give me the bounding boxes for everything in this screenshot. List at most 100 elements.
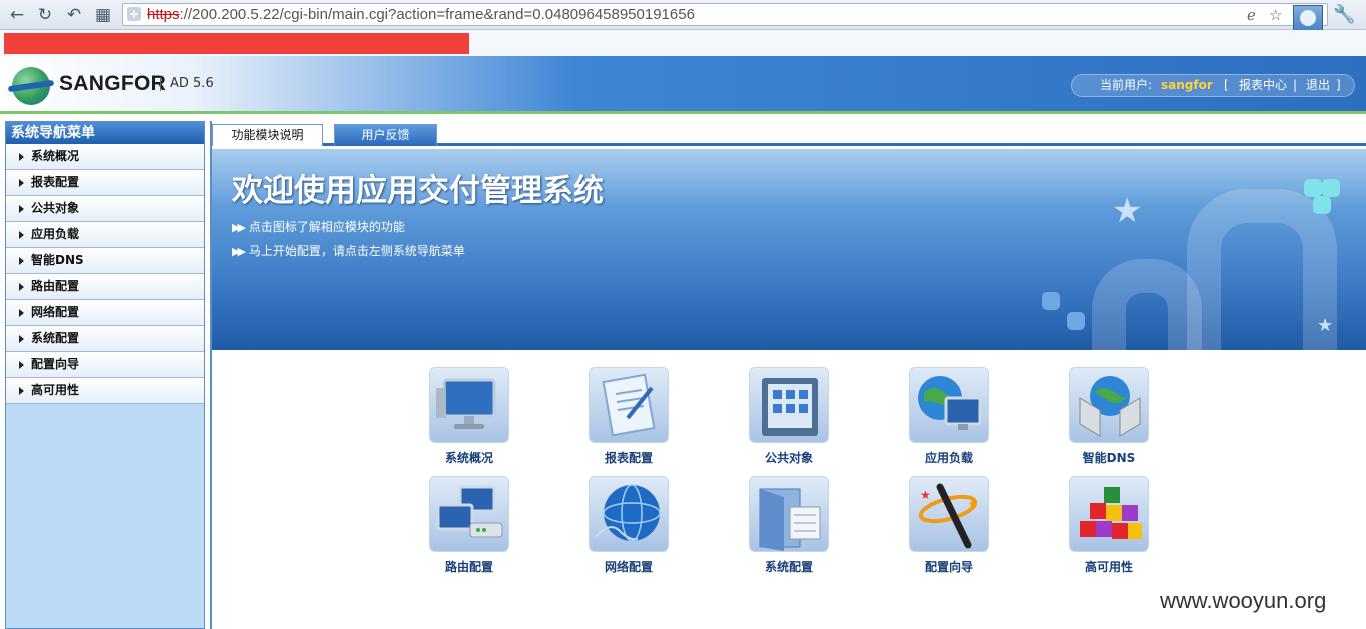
tab-user-feedback[interactable]: 用户反馈 [334,124,437,146]
module-label: 系统概况 [444,451,493,465]
module-label: 报表配置 [604,451,653,465]
caret-right-icon [19,335,24,343]
banner-hint-1: ▶▶ 点击图标了解相应模块的功能 [232,218,405,235]
module-label: 系统配置 [764,560,813,574]
dns-server-icon[interactable] [1069,367,1149,443]
reload-icon[interactable]: ↻ [34,5,56,25]
bracket-close: ] [1336,78,1341,92]
hexagon-decoration [1313,196,1331,214]
sidebar-item-label: 应用负载 [31,227,80,241]
sidebar-item-label: 高可用性 [31,383,80,397]
url-text: https://200.200.5.22/cgi-bin/main.cgi?ac… [147,5,695,25]
router-icon[interactable] [429,476,509,552]
caret-right-icon [19,387,24,395]
bracket-open: [ [1224,78,1229,92]
add-icon[interactable]: + [127,7,141,21]
caret-right-icon [19,283,24,291]
module-ha[interactable]: 高可用性 [1049,476,1169,580]
module-label: 智能DNS [1082,451,1136,465]
sidebar-item-dns[interactable]: 智能DNS [6,248,204,274]
module-label: 网络配置 [604,560,653,574]
current-user-label: 当前用户: [1100,78,1153,92]
app-header: SANGFOR AD 5.6 当前用户: sangfor [ 报表中心 | 退出… [0,56,1366,114]
sidebar-item-label: 系统配置 [31,331,80,345]
monitor-icon[interactable] [429,367,509,443]
svg-text:★: ★ [920,488,931,502]
sidebar-item-routing[interactable]: 路由配置 [6,274,204,300]
star-decoration: ★ [1317,315,1334,336]
sidebar-item-overview[interactable]: 系统概况 [6,144,204,170]
sidebar-item-network[interactable]: 网络配置 [6,300,204,326]
main-content: 功能模块说明 用户反馈 ★ ★ 欢迎使用应用交付管理系统 ▶▶ 点击图标了解相应模… [210,121,1366,629]
banner-title: 欢迎使用应用交付管理系统 [232,173,604,209]
hexagon-decoration [1304,179,1322,197]
module-routing[interactable]: 路由配置 [409,476,529,580]
caret-right-icon [19,257,24,265]
hexagon-decoration [1042,292,1060,310]
undo-icon[interactable]: ↶ [63,5,85,25]
caret-right-icon [19,205,24,213]
module-label: 高可用性 [1084,560,1133,574]
module-objects[interactable]: 公共对象 [729,367,849,471]
sidebar-item-ha[interactable]: 高可用性 [6,378,204,404]
tab-bar: 功能模块说明 用户反馈 [212,121,1366,146]
tab-module-intro[interactable]: 功能模块说明 [212,124,323,146]
sidebar-item-load-balance[interactable]: 应用负载 [6,222,204,248]
report-icon[interactable] [589,367,669,443]
logout-link[interactable]: 退出 [1306,75,1330,96]
sidebar-item-label: 公共对象 [31,201,80,215]
hexagon-decoration [1322,179,1340,197]
sidebar: 系统导航菜单 系统概况 报表配置 公共对象 应用负载 智能DNS 路由配置 网络… [5,121,205,629]
globe-monitor-icon[interactable] [909,367,989,443]
module-dns[interactable]: 智能DNS [1049,367,1169,471]
caret-right-icon [19,361,24,369]
module-wizard[interactable]: ★ ★ 配置向导 [889,476,1009,580]
redaction-bar [4,33,469,54]
hexagon-decoration [1067,312,1085,330]
module-network[interactable]: 网络配置 [569,476,689,580]
module-system[interactable]: 系统配置 [729,476,849,580]
user-panel: 当前用户: sangfor [ 报表中心 | 退出 ] [1071,74,1355,97]
address-bar[interactable]: + https://200.200.5.22/cgi-bin/main.cgi?… [122,3,1328,26]
module-load-balance[interactable]: 应用负载 [889,367,1009,471]
url-rest: ://200.200.5.22/cgi-bin/main.cgi?action=… [179,6,695,23]
star-icon[interactable]: ☆ [1269,6,1282,24]
module-label: 路由配置 [444,560,493,574]
sidebar-item-label: 配置向导 [31,357,80,371]
module-overview[interactable]: 系统概况 [409,367,529,471]
report-center-link[interactable]: 报表中心 [1239,75,1287,96]
welcome-banner: ★ ★ 欢迎使用应用交付管理系统 ▶▶ 点击图标了解相应模块的功能 ▶▶ 马上开始配… [212,149,1366,350]
module-label: 应用负载 [924,451,973,465]
sidebar-item-objects[interactable]: 公共对象 [6,196,204,222]
blocks-icon[interactable] [1069,476,1149,552]
system-config-icon[interactable] [749,476,829,552]
objects-icon[interactable] [749,367,829,443]
sangfor-logo-icon [12,67,50,105]
network-globe-icon[interactable] [589,476,669,552]
double-arrow-icon: ▶▶ [232,245,246,258]
brand-name: SANGFOR [59,72,167,95]
compat-e-icon[interactable]: ℯ [1247,6,1256,24]
url-scheme: https [147,6,180,23]
sidebar-item-report[interactable]: 报表配置 [6,170,204,196]
module-report[interactable]: 报表配置 [569,367,689,471]
banner-hint-text: 点击图标了解相应模块的功能 [248,220,405,234]
sidebar-title: 系统导航菜单 [6,122,204,144]
banner-hint-2: ▶▶ 马上开始配置，请点击左侧系统导航菜单 [232,242,465,259]
wizard-wand-icon[interactable]: ★ ★ [909,476,989,552]
module-label: 公共对象 [764,451,813,465]
sidebar-item-wizard[interactable]: 配置向导 [6,352,204,378]
watermark: www.wooyun.org [1160,588,1327,613]
caret-right-icon [19,231,24,239]
sidebar-item-label: 智能DNS [31,253,84,267]
svg-text:★: ★ [968,499,977,510]
back-icon[interactable]: ← [6,5,28,25]
arrow-decoration [1092,259,1202,350]
double-arrow-icon: ▶▶ [232,221,246,234]
product-version: AD 5.6 [160,77,214,91]
apps-grid-icon[interactable]: ▦ [92,5,114,25]
browser-toolbar: ← ↻ ↶ ▦ + https://200.200.5.22/cgi-bin/m… [0,0,1366,35]
sidebar-item-system[interactable]: 系统配置 [6,326,204,352]
sidebar-item-label: 网络配置 [31,305,80,319]
wrench-icon[interactable]: 🔧 [1333,4,1355,25]
